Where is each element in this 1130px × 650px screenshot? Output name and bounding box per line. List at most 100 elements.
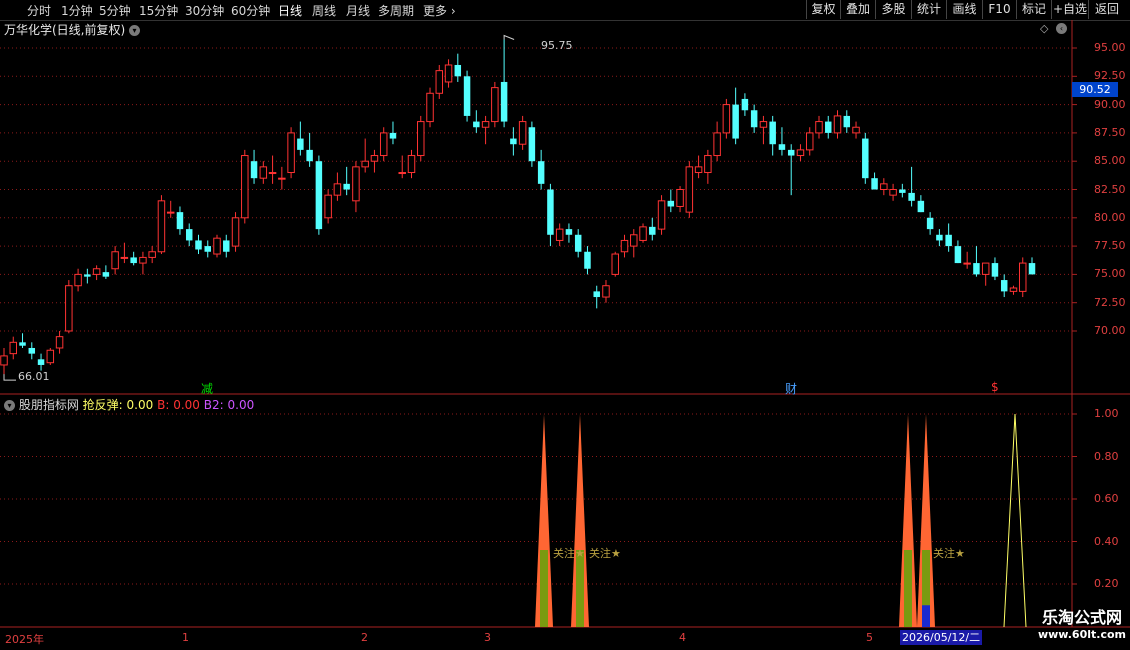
candle-body-up <box>111 251 119 270</box>
current-price-tag: 90.52 <box>1072 82 1118 97</box>
candle-body-down <box>37 359 45 365</box>
watermark: 乐淘公式网 www.60lt.com <box>1038 604 1126 641</box>
candle-body-up <box>704 155 712 174</box>
candle-body-up <box>120 256 129 259</box>
candle-body-down <box>936 234 943 241</box>
candle-body-up <box>685 166 694 213</box>
candle-body-up <box>713 132 721 157</box>
candle-body-up <box>963 262 971 265</box>
indicator-tick: 0.80 <box>1094 450 1119 463</box>
chevron-down-icon[interactable]: ▾ <box>4 400 15 411</box>
indicator-name: 股朋指标网 <box>18 398 79 412</box>
candle-body-up <box>241 155 249 219</box>
candle-body-down <box>926 217 934 230</box>
indicator-label-1: 抢反弹: <box>82 398 123 412</box>
candle-body-up <box>880 183 888 190</box>
event-marker-finance[interactable]: 财 <box>785 380 797 397</box>
x-axis-label: 2025年 <box>5 633 44 646</box>
indicator-label-2: B: <box>157 398 170 412</box>
x-axis-label: 1 <box>182 631 189 644</box>
candle-body-down <box>454 64 462 77</box>
x-axis-label: 4 <box>679 631 686 644</box>
price-tick: 72.50 <box>1094 296 1126 309</box>
candle-body-up <box>55 336 64 349</box>
indicator-line-spike <box>1003 413 1027 628</box>
indicator-spike-core <box>576 550 584 627</box>
candle-body-down <box>1000 280 1008 292</box>
candle-body-up <box>157 200 166 253</box>
candle-body-up <box>852 126 860 134</box>
candle-body-down <box>973 263 980 275</box>
price-tick: 70.00 <box>1094 324 1126 337</box>
candle-body-up <box>481 121 490 128</box>
watermark-url: www.60lt.com <box>1037 628 1126 641</box>
candle-body-down <box>223 240 230 252</box>
candle-body-up <box>74 273 82 287</box>
candle-body-down <box>667 200 675 207</box>
candle-body-down <box>84 274 91 277</box>
indicator-tick: 1.00 <box>1094 407 1119 420</box>
candle-body-up <box>1018 262 1027 292</box>
candle-body-down <box>778 144 786 150</box>
indicator-tick: 0.40 <box>1094 535 1119 548</box>
candle-body-down <box>343 183 350 190</box>
candle-body-up <box>287 132 295 174</box>
candle-body-down <box>574 234 582 252</box>
candle-body-up <box>981 262 990 275</box>
price-tick: 85.00 <box>1094 154 1126 167</box>
candle-body-up <box>148 251 156 258</box>
candle-body-down <box>315 161 323 230</box>
candle-body-down <box>19 342 26 346</box>
candle-body-up <box>166 211 175 214</box>
candle-body-down <box>908 192 915 201</box>
candle-body-down <box>565 229 573 235</box>
indicator-tick: 0.60 <box>1094 492 1119 505</box>
candle-body-up <box>417 121 425 157</box>
candle-body-down <box>584 251 591 269</box>
candle-body-down <box>528 127 536 162</box>
candle-body-down <box>195 240 202 250</box>
candle-body-down <box>945 234 952 247</box>
candle-body-down <box>954 246 962 264</box>
candle-body-up <box>324 194 332 219</box>
candle-body-up <box>815 121 823 134</box>
candle-body-down <box>769 121 776 145</box>
candle-body-up <box>518 121 527 145</box>
low-price-label: 66.01 <box>18 370 50 383</box>
candle-body-up <box>379 132 388 157</box>
candle-body-up <box>46 349 55 364</box>
candle-body-up <box>361 160 369 168</box>
candle-body-up <box>833 115 842 134</box>
price-tick: 92.50 <box>1094 69 1126 82</box>
candle-body-down <box>463 76 471 116</box>
candle-body-down <box>843 115 851 128</box>
indicator-value-1: 0.00 <box>126 398 154 412</box>
candle-body-up <box>630 234 638 247</box>
candle-body-up <box>602 285 610 298</box>
candle-body-down <box>649 226 656 235</box>
candle-body-down <box>750 110 758 128</box>
candle-body-down <box>537 161 545 184</box>
candle-body-up <box>92 268 101 275</box>
price-tick: 80.00 <box>1094 211 1126 224</box>
event-marker-reduce[interactable]: 减 <box>201 380 213 397</box>
candle-body-up <box>435 70 444 94</box>
indicator-value-3: 0.00 <box>227 398 255 412</box>
candle-body-up <box>611 253 619 275</box>
candle-body-up <box>426 92 434 123</box>
candle-body-down <box>185 229 193 241</box>
price-tick: 87.50 <box>1094 126 1126 139</box>
x-axis-label: 5 <box>866 631 873 644</box>
candle-body-up <box>555 228 564 241</box>
candle-body-down <box>899 189 906 193</box>
indicator-spike-core <box>904 550 912 627</box>
candle-body-up <box>231 217 240 247</box>
price-tick: 82.50 <box>1094 183 1126 196</box>
candle-body-down <box>250 161 258 179</box>
candle-body-up <box>676 189 684 207</box>
candle-body-up <box>370 155 379 162</box>
candle-body-up <box>759 121 768 128</box>
candle-body-up <box>352 166 360 202</box>
event-marker-dollar[interactable]: $ <box>991 380 999 394</box>
indicator-legend: ▾ 股朋指标网 抢反弹: 0.00 B: 0.00 B2: 0.00 <box>4 396 254 413</box>
